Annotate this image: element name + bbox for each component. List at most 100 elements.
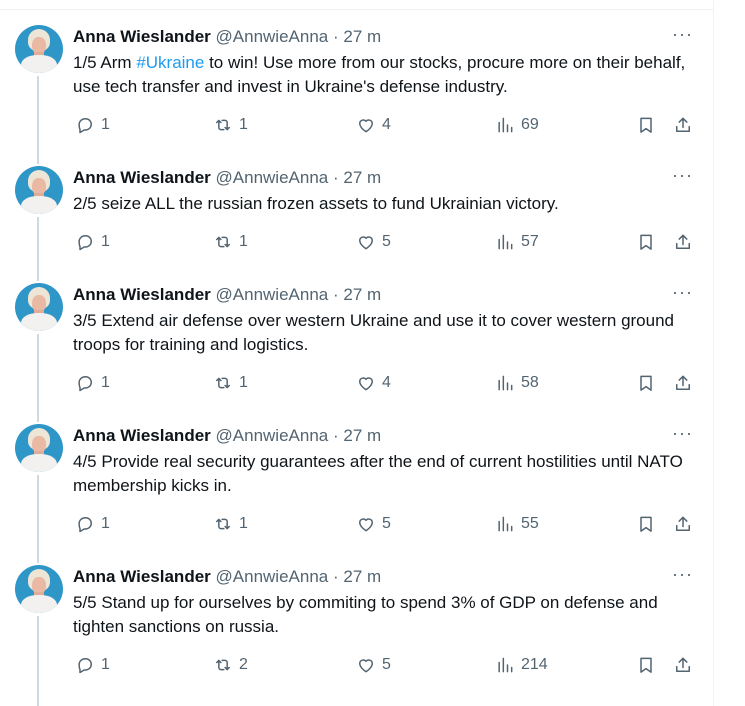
avatar[interactable] (15, 424, 63, 472)
share-button[interactable] (673, 232, 693, 252)
like-button[interactable]: 5 (356, 655, 391, 675)
tweet-text-part: 2/5 seize ALL the russian frozen assets … (73, 194, 559, 213)
share-button[interactable] (673, 115, 693, 135)
tweet[interactable]: Anna Wieslander @AnnwieAnna · 27 m ··· 4… (0, 424, 713, 554)
bookmark-button[interactable] (636, 232, 656, 252)
bookmark-icon (640, 657, 652, 673)
more-icon[interactable]: ··· (672, 283, 693, 301)
share-icon (676, 657, 690, 672)
author-name[interactable]: Anna Wieslander (73, 426, 211, 445)
tweet[interactable]: Anna Wieslander @AnnwieAnna · 27 m ··· 3… (0, 283, 713, 413)
reply-button[interactable]: 1 (75, 514, 110, 534)
more-icon[interactable]: ··· (672, 25, 693, 43)
timestamp[interactable]: 27 m (343, 285, 381, 304)
views-button[interactable]: 214 (495, 655, 548, 675)
bookmark-icon (640, 375, 652, 391)
avatar[interactable] (15, 283, 63, 331)
share-button[interactable] (673, 655, 693, 675)
author-name[interactable]: Anna Wieslander (73, 168, 211, 187)
tweet[interactable]: Anna Wieslander @AnnwieAnna · 27 m ··· 1… (0, 25, 713, 155)
views-count: 58 (521, 374, 539, 391)
bookmark-button[interactable] (636, 655, 656, 675)
like-button[interactable]: 5 (356, 232, 391, 252)
bookmark-button[interactable] (636, 373, 656, 393)
tweet-text-part: 3/5 Extend air defense over western Ukra… (73, 311, 675, 354)
retweet-count: 1 (239, 515, 248, 532)
reply-button[interactable]: 1 (75, 115, 110, 135)
author-name[interactable]: Anna Wieslander (73, 567, 211, 586)
retweet-button[interactable]: 1 (213, 373, 248, 393)
heart-icon (359, 518, 373, 532)
reply-button[interactable]: 1 (75, 655, 110, 675)
tweet[interactable]: Anna Wieslander @AnnwieAnna · 27 m ··· 5… (0, 565, 713, 695)
like-count: 4 (382, 116, 391, 133)
action-bar: 1 1 5 55 (73, 514, 698, 538)
author-name[interactable]: Anna Wieslander (73, 27, 211, 46)
views-button[interactable]: 69 (495, 115, 539, 135)
bookmark-button[interactable] (636, 514, 656, 534)
like-count: 5 (382, 233, 391, 250)
more-icon[interactable]: ··· (672, 166, 693, 184)
retweet-button[interactable]: 1 (213, 514, 248, 534)
reply-button[interactable]: 1 (75, 232, 110, 252)
timestamp[interactable]: 27 m (343, 168, 381, 187)
author-name[interactable]: Anna Wieslander (73, 285, 211, 304)
author-handle[interactable]: @AnnwieAnna (216, 168, 329, 187)
heart-icon (359, 659, 373, 673)
tweet-text: 4/5 Provide real security guarantees aft… (73, 450, 698, 498)
reply-button[interactable]: 1 (75, 373, 110, 393)
action-bar: 1 1 5 57 (73, 232, 698, 256)
share-icon (676, 375, 690, 390)
tweet-text: 1/5 Arm #Ukraine to win! Use more from o… (73, 51, 698, 99)
timestamp[interactable]: 27 m (343, 426, 381, 445)
author-handle[interactable]: @AnnwieAnna (216, 426, 329, 445)
avatar[interactable] (15, 565, 63, 613)
retweet-button[interactable]: 1 (213, 115, 248, 135)
top-divider (0, 9, 714, 10)
share-button[interactable] (673, 514, 693, 534)
like-count: 5 (382, 515, 391, 532)
retweet-button[interactable]: 2 (213, 655, 248, 675)
tweet-header: Anna Wieslander @AnnwieAnna · 27 m (73, 168, 381, 188)
views-count: 69 (521, 116, 539, 133)
like-button[interactable]: 4 (356, 115, 391, 135)
heart-icon (359, 119, 373, 133)
tweet[interactable]: Anna Wieslander @AnnwieAnna · 27 m ··· 2… (0, 166, 713, 276)
avatar[interactable] (15, 25, 63, 73)
author-handle[interactable]: @AnnwieAnna (216, 285, 329, 304)
reply-icon (78, 517, 92, 533)
timestamp[interactable]: 27 m (343, 27, 381, 46)
tweet-header: Anna Wieslander @AnnwieAnna · 27 m (73, 27, 381, 47)
more-icon[interactable]: ··· (672, 424, 693, 442)
tweet-text: 3/5 Extend air defense over western Ukra… (73, 309, 698, 357)
reply-count: 1 (101, 515, 110, 532)
more-icon[interactable]: ··· (672, 565, 693, 583)
share-button[interactable] (673, 373, 693, 393)
reply-icon (78, 658, 92, 674)
views-button[interactable]: 57 (495, 232, 539, 252)
timestamp[interactable]: 27 m (343, 567, 381, 586)
reply-count: 1 (101, 656, 110, 673)
author-handle[interactable]: @AnnwieAnna (216, 567, 329, 586)
bookmark-icon (640, 516, 652, 532)
action-bar: 1 1 4 58 (73, 373, 698, 397)
author-handle[interactable]: @AnnwieAnna (216, 27, 329, 46)
retweet-button[interactable]: 1 (213, 232, 248, 252)
like-button[interactable]: 4 (356, 373, 391, 393)
bookmark-button[interactable] (636, 115, 656, 135)
tweet-header: Anna Wieslander @AnnwieAnna · 27 m (73, 285, 381, 305)
views-button[interactable]: 55 (495, 514, 539, 534)
tweet-header: Anna Wieslander @AnnwieAnna · 27 m (73, 426, 381, 446)
share-icon (676, 516, 690, 531)
like-button[interactable]: 5 (356, 514, 391, 534)
retweet-count: 1 (239, 374, 248, 391)
avatar[interactable] (15, 166, 63, 214)
reply-icon (78, 118, 92, 134)
views-count: 214 (521, 656, 548, 673)
views-button[interactable]: 58 (495, 373, 539, 393)
separator-dot: · (332, 168, 339, 187)
share-icon (676, 117, 690, 132)
retweet-count: 2 (239, 656, 248, 673)
hashtag-link[interactable]: #Ukraine (136, 53, 204, 72)
bookmark-icon (640, 234, 652, 250)
